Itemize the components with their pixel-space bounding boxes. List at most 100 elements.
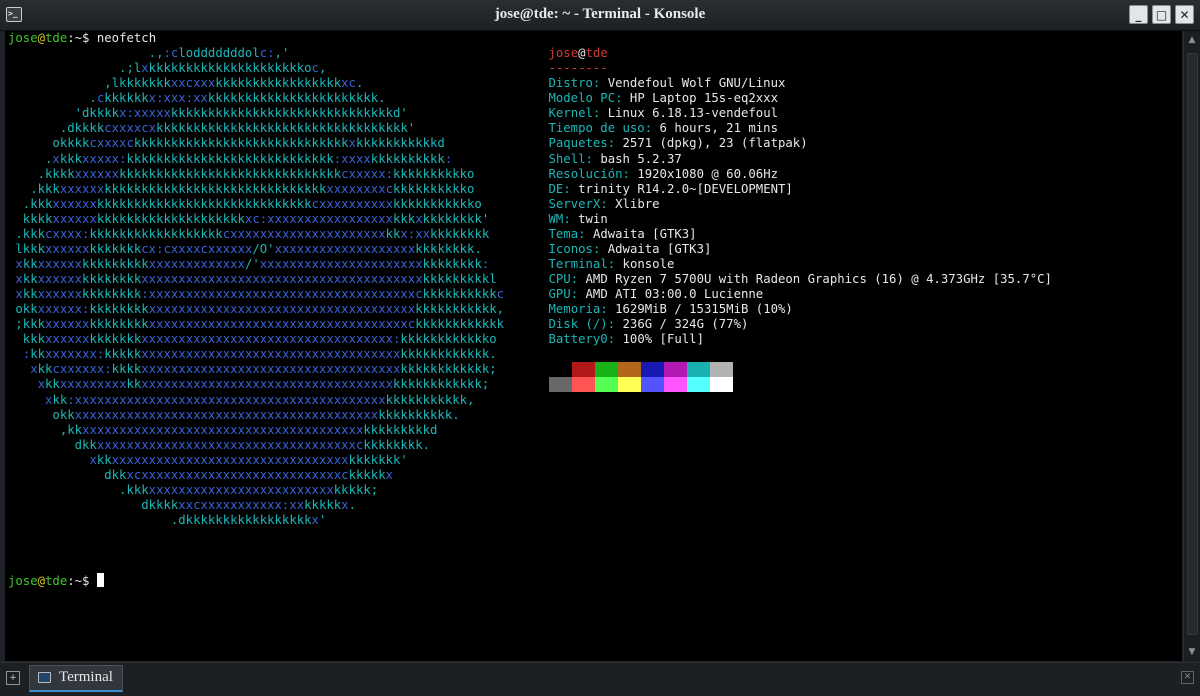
logo-segment: x	[15, 256, 23, 271]
color-swatch	[663, 362, 687, 378]
logo-segment: xxxxxx	[45, 332, 90, 347]
logo-segment: kkkkkkkkkkkk	[415, 317, 505, 332]
logo-line: .kkkxxxxxxkkkkkkkkkkkkkkkkkkkkkkkkkkkkkk…	[8, 182, 474, 196]
logo-segment: kkkk	[8, 211, 53, 226]
logo-segment: c	[311, 61, 319, 76]
logo-segment: xxxxxxxxxxxxxxxxxxxxxxxxxxxxxxxxxxxxxx	[82, 422, 364, 437]
info-value: 2571 (dpkg), 23 (flatpak)	[622, 136, 808, 151]
logo-segment: .dkkkk	[8, 121, 105, 136]
logo-line: .kkkkxxxxxxkkkkkkkkkkkkkkkkkkkkkkkkkkkkk…	[8, 166, 475, 181]
logo-segment: xxxxxxxxxxxxxxxxxxxxxx	[259, 256, 423, 271]
tab-terminal[interactable]: Terminal	[29, 665, 123, 692]
info-key: Iconos	[548, 241, 593, 256]
logo-line: dkkxxxxxxxxxxxxxxxxxxxxxxxxxxxxxxxxxxxck…	[8, 438, 430, 452]
info-colon: :	[607, 332, 616, 347]
info-value: twin	[578, 211, 608, 226]
color-swatch	[686, 362, 710, 378]
logo-segment: kkkkkkkk	[82, 272, 142, 286]
logo-segment: kkkkkkkk	[89, 317, 149, 332]
logo-segment: xxxxxx	[45, 241, 90, 256]
logo-segment: okk	[8, 302, 38, 317]
scrollbar-thumb[interactable]	[1187, 53, 1198, 635]
logo-segment: xxxxxxxxxxxxxxxxxxxxxxxxxxxxxxxxxx:	[141, 332, 401, 347]
logo-segment: kkkkkkkkkkkkkkkkkkkkkkkkkkkkk	[133, 136, 349, 151]
info-key: Memoria	[548, 302, 601, 317]
logo-line: dkkkkxxcxxxxxxxxxxx:xxkkkkkx.	[8, 498, 356, 512]
logo-line: .dkkkkkkkkkkkkkkkkkx'	[8, 513, 327, 527]
logo-segment: x	[15, 272, 23, 286]
logo-segment: kkkkk	[104, 347, 142, 362]
info-key: Shell	[548, 151, 586, 166]
logo-segment: :	[444, 151, 453, 166]
terminal-view[interactable]: jose@tde:~$ neofetch .,:clodddddddolc:,'…	[5, 31, 1182, 661]
logo-line: .kkkxxxxxxxxxxxxxxxxxxxxxxxxxkkkkk;	[8, 483, 378, 497]
logo-segment: x	[385, 467, 394, 482]
terminal-scrollbar[interactable]: ▲ ▼	[1183, 31, 1200, 661]
logo-segment: kkkkkkkkkkkkkkkkkkkk	[96, 211, 245, 226]
logo-segment: xxxxxxxxxxxxxxxxxxxxxxxxxxxxxxxxxxx	[141, 347, 401, 362]
color-swatch	[548, 362, 572, 378]
new-tab-icon[interactable]: +	[6, 671, 20, 685]
logo-segment: xxxxxx	[52, 196, 97, 211]
logo-segment: 'dkkkk	[8, 106, 120, 121]
logo-line: ;kkkxxxxxxkkkkkkkkxxxxxxxxxxxxxxxxxxxxxx…	[8, 317, 504, 331]
prompt-host: tde	[45, 31, 68, 45]
prompt-host: tde	[45, 574, 68, 589]
logo-segment: kkkkkkkkkkkkkkkkkkkkkkkkkkkkkk	[119, 166, 342, 181]
info-key: DE	[548, 181, 564, 196]
logo-line: .xkkkxxxxx:kkkkkkkkkkkkkkkkkkkkkkkkkkkk:…	[8, 152, 452, 166]
logo-segment: kk	[126, 377, 142, 392]
info-colon: :	[570, 272, 579, 286]
info-value: 6 hours, 21 mins	[659, 121, 778, 136]
logo-segment: x	[141, 61, 149, 76]
color-swatch	[709, 362, 733, 378]
logo-line: .,:clodddddddolc:,'	[8, 46, 290, 60]
tab-label: Terminal	[59, 669, 113, 685]
info-key: CPU	[548, 272, 571, 286]
logo-segment: kkkkkkkkkkkk;	[400, 362, 497, 377]
logo-segment: kk	[45, 377, 60, 392]
info-colon: :	[600, 196, 608, 211]
logo-segment: cxxxxxx:	[52, 362, 112, 377]
logo-segment: xxxxxxx:	[45, 347, 105, 362]
logo-segment: xxxxxxxxxxxxxxxxxxxxxxxxxxxxxxxxxxxxxx	[141, 272, 423, 286]
info-at: @	[578, 46, 586, 61]
logo-segment: c	[496, 287, 505, 302]
info-key: Disk (/)	[548, 317, 608, 332]
minimize-button[interactable]: _	[1129, 5, 1148, 24]
maximize-button[interactable]: □	[1152, 5, 1171, 24]
prompt-line: jose@tde:~$ neofetch	[8, 31, 156, 45]
logo-segment: kkkkkkkkkkkkkkkkkk	[89, 226, 223, 241]
logo-segment: okkkk	[8, 136, 90, 151]
prompt-path: :~$	[67, 574, 97, 589]
logo-segment: kkkkkkkk	[422, 256, 482, 271]
scroll-down-icon[interactable]: ▼	[1186, 645, 1198, 659]
logo-segment: kk	[96, 452, 112, 467]
logo-segment: kkkkkkkkkkkkkkkkkkkkkkkkkkkkk	[96, 196, 312, 211]
logo-segment: kkkkkk	[104, 91, 149, 106]
terminal-output[interactable]: jose@tde:~$ neofetch .,:clodddddddolc:,'…	[8, 31, 1180, 661]
logo-segment: kkkkkkkkkkkkkkkkkkkkkkkkkkkkkkkkkk'	[156, 121, 416, 136]
logo-segment: xxxxxx	[52, 211, 97, 226]
close-button[interactable]: ✕	[1175, 5, 1194, 24]
scroll-up-icon[interactable]: ▲	[1186, 33, 1198, 47]
info-key: Terminal	[548, 256, 608, 271]
logo-segment: ,kk	[8, 422, 83, 437]
prompt-user: jose	[8, 574, 38, 589]
logo-segment: xxxxxxxxxxxxxxxxxxxxxxxxxxxxxxxxxxx	[141, 362, 401, 377]
info-value: 236G / 324G (77%)	[622, 317, 749, 332]
logo-segment: kkk	[393, 211, 416, 226]
info-key: GPU	[548, 287, 571, 302]
logo-segment: .dkkkkkkkkkkkkkkkkk	[8, 513, 312, 527]
logo-segment: .	[355, 76, 364, 91]
logo-segment: x	[348, 136, 356, 151]
logo-segment: .kkk	[8, 482, 149, 497]
close-tab-icon[interactable]: ✕	[1181, 671, 1194, 684]
info-value: 1920x1080 @ 60.06Hz	[637, 166, 779, 181]
logo-segment: x:xxx:xx	[148, 91, 208, 106]
title-bar[interactable]: >_ jose@tde: ~ - Terminal - Konsole _ □ …	[0, 0, 1200, 31]
logo-segment	[8, 377, 38, 391]
logo-segment: kk	[37, 362, 53, 377]
logo-segment: xxxxxxxxxxxxxxxxxxxxxxxxxxxxxxxxxxxxxxxx…	[74, 407, 379, 422]
logo-segment: xxxxxx	[37, 272, 83, 286]
